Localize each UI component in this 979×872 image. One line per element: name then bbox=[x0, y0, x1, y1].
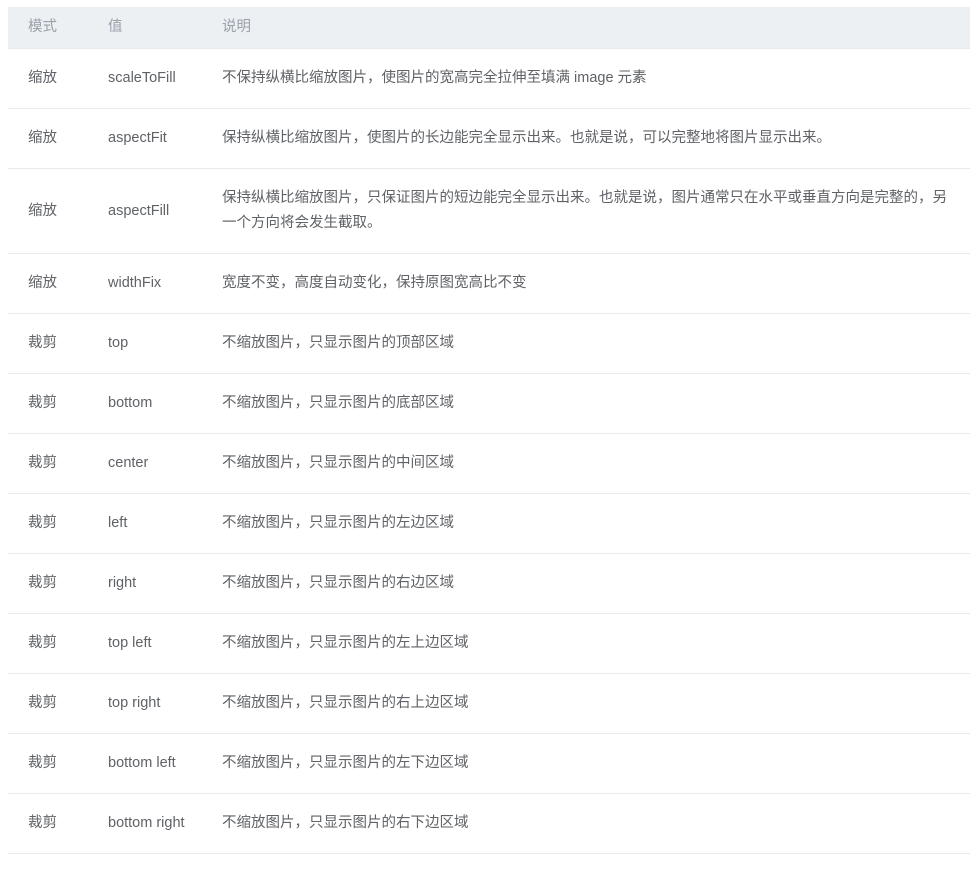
cell-mode: 裁剪 bbox=[8, 433, 98, 494]
cell-desc: 不缩放图片，只显示图片的中间区域 bbox=[210, 433, 970, 494]
table-row: 裁剪 bottom right 不缩放图片，只显示图片的右下边区域 bbox=[8, 793, 970, 854]
cell-mode: 缩放 bbox=[8, 108, 98, 169]
table-header-row: 模式 值 说明 bbox=[8, 7, 970, 49]
cell-desc: 保持纵横比缩放图片，只保证图片的短边能完全显示出来。也就是说，图片通常只在水平或… bbox=[210, 168, 970, 254]
cell-desc: 不缩放图片，只显示图片的右上边区域 bbox=[210, 673, 970, 734]
cell-desc: 不缩放图片，只显示图片的顶部区域 bbox=[210, 313, 970, 374]
cell-mode: 裁剪 bbox=[8, 493, 98, 554]
table-row: 裁剪 right 不缩放图片，只显示图片的右边区域 bbox=[8, 553, 970, 614]
cell-desc: 不缩放图片，只显示图片的右下边区域 bbox=[210, 793, 970, 854]
cell-desc: 不保持纵横比缩放图片，使图片的宽高完全拉伸至填满 image 元素 bbox=[210, 48, 970, 109]
cell-desc: 不缩放图片，只显示图片的左下边区域 bbox=[210, 733, 970, 794]
table-row: 裁剪 center 不缩放图片，只显示图片的中间区域 bbox=[8, 433, 970, 494]
cell-desc: 不缩放图片，只显示图片的左上边区域 bbox=[210, 613, 970, 674]
cell-value: right bbox=[98, 553, 210, 614]
image-mode-table: 模式 值 说明 缩放 scaleToFill 不保持纵横比缩放图片，使图片的宽高… bbox=[8, 7, 970, 854]
table-row: 缩放 aspectFill 保持纵横比缩放图片，只保证图片的短边能完全显示出来。… bbox=[8, 168, 970, 254]
column-header-value: 值 bbox=[108, 19, 123, 35]
cell-mode: 裁剪 bbox=[8, 733, 98, 794]
table-row: 缩放 scaleToFill 不保持纵横比缩放图片，使图片的宽高完全拉伸至填满 … bbox=[8, 48, 970, 109]
table-row: 裁剪 left 不缩放图片，只显示图片的左边区域 bbox=[8, 493, 970, 554]
cell-mode: 裁剪 bbox=[8, 313, 98, 374]
table-row: 裁剪 bottom left 不缩放图片，只显示图片的左下边区域 bbox=[8, 733, 970, 794]
cell-mode: 缩放 bbox=[8, 253, 98, 314]
table-body: 缩放 scaleToFill 不保持纵横比缩放图片，使图片的宽高完全拉伸至填满 … bbox=[8, 48, 970, 854]
cell-mode: 裁剪 bbox=[8, 613, 98, 674]
cell-value: bottom right bbox=[98, 793, 210, 854]
image-mode-table-container: 模式 值 说明 缩放 scaleToFill 不保持纵横比缩放图片，使图片的宽高… bbox=[8, 7, 970, 854]
cell-mode: 缩放 bbox=[8, 168, 98, 254]
cell-desc: 不缩放图片，只显示图片的底部区域 bbox=[210, 373, 970, 434]
cell-value: center bbox=[98, 433, 210, 494]
cell-value: top left bbox=[98, 613, 210, 674]
cell-value: top right bbox=[98, 673, 210, 734]
table-row: 裁剪 top right 不缩放图片，只显示图片的右上边区域 bbox=[8, 673, 970, 734]
table-row: 裁剪 top left 不缩放图片，只显示图片的左上边区域 bbox=[8, 613, 970, 674]
cell-mode: 裁剪 bbox=[8, 553, 98, 614]
table-row: 缩放 aspectFit 保持纵横比缩放图片，使图片的长边能完全显示出来。也就是… bbox=[8, 108, 970, 169]
table-row: 裁剪 top 不缩放图片，只显示图片的顶部区域 bbox=[8, 313, 970, 374]
cell-value: widthFix bbox=[98, 253, 210, 314]
column-header-desc: 说明 bbox=[222, 19, 251, 35]
cell-value: scaleToFill bbox=[98, 48, 210, 109]
column-header-mode: 模式 bbox=[28, 19, 57, 35]
table-row: 缩放 widthFix 宽度不变，高度自动变化，保持原图宽高比不变 bbox=[8, 253, 970, 314]
cell-value: bottom bbox=[98, 373, 210, 434]
cell-mode: 裁剪 bbox=[8, 373, 98, 434]
table-row: 裁剪 bottom 不缩放图片，只显示图片的底部区域 bbox=[8, 373, 970, 434]
cell-value: bottom left bbox=[98, 733, 210, 794]
cell-mode: 裁剪 bbox=[8, 673, 98, 734]
cell-value: aspectFill bbox=[98, 168, 210, 254]
cell-value: top bbox=[98, 313, 210, 374]
cell-desc: 保持纵横比缩放图片，使图片的长边能完全显示出来。也就是说，可以完整地将图片显示出… bbox=[210, 108, 970, 169]
cell-value: left bbox=[98, 493, 210, 554]
cell-desc: 不缩放图片，只显示图片的右边区域 bbox=[210, 553, 970, 614]
cell-mode: 缩放 bbox=[8, 48, 98, 109]
cell-desc: 不缩放图片，只显示图片的左边区域 bbox=[210, 493, 970, 554]
cell-value: aspectFit bbox=[98, 108, 210, 169]
cell-mode: 裁剪 bbox=[8, 793, 98, 854]
table-header: 模式 值 说明 bbox=[8, 7, 970, 49]
cell-desc: 宽度不变，高度自动变化，保持原图宽高比不变 bbox=[210, 253, 970, 314]
